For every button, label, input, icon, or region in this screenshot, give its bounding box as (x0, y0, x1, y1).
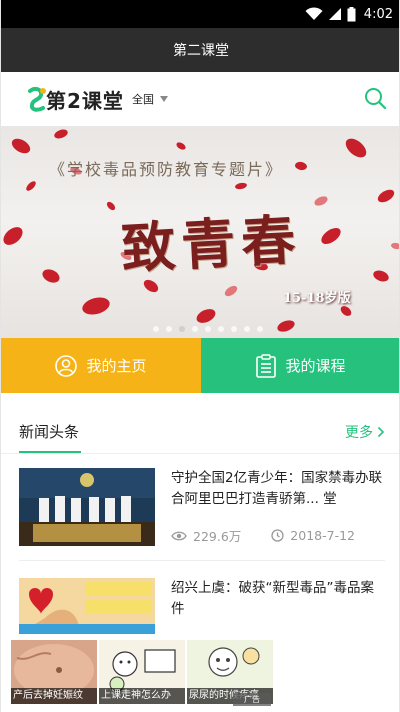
ad-badge: 广告 (233, 693, 271, 706)
quick-actions: 我的主页 我的课程 (1, 338, 399, 393)
news-thumbnail (19, 468, 155, 546)
my-homepage-button[interactable]: 我的主页 (1, 338, 201, 393)
news-section-header: 新闻头条 更多 (1, 404, 399, 454)
news-date: 2018-7-12 (290, 528, 355, 543)
news-headline: 守护全国2亿青少年：国家禁毒办联合阿里巴巴打造青骄第... 堂 (171, 470, 383, 507)
banner-caption: 《学校毒品预防教育专题片》 (49, 160, 284, 179)
battery-icon (347, 6, 356, 21)
clipboard-list-icon (256, 353, 277, 378)
wifi-icon (305, 7, 323, 20)
news-thumbnail (19, 578, 155, 634)
list-divider (19, 560, 385, 561)
banner-title: 致青春 (119, 207, 303, 281)
ad-caption: 上课走神怎么办 (99, 688, 185, 704)
carousel-dot[interactable] (231, 326, 237, 332)
promo-banner[interactable]: 《学校毒品预防教育专题片》 致青春 15-18岁版 (1, 126, 399, 338)
status-bar: 4:02 (1, 0, 399, 28)
news-thumbnail-image (19, 468, 155, 546)
my-homepage-label: 我的主页 (86, 357, 147, 375)
carousel-dot[interactable] (179, 326, 185, 332)
clock-icon (271, 529, 284, 542)
search-icon[interactable] (363, 86, 387, 110)
carousel-dot[interactable] (192, 326, 198, 332)
status-icons: 4:02 (305, 5, 393, 23)
region-label: 全国 (132, 93, 154, 106)
user-icon (55, 354, 78, 377)
my-courses-label: 我的课程 (285, 357, 346, 375)
my-courses-button[interactable]: 我的课程 (201, 338, 399, 393)
app-title-bar: 第二课堂 (1, 28, 399, 72)
news-headline: 绍兴上虞：破获“新型毒品”毒品案件 (171, 580, 374, 617)
logo-mark-icon (28, 86, 46, 112)
region-selector[interactable]: 全国 (132, 91, 168, 107)
section-underline (19, 451, 81, 453)
carousel-dot[interactable] (218, 326, 224, 332)
ad-card[interactable]: 产后去掉妊娠纹 (11, 640, 97, 704)
news-thumbnail-image (19, 578, 155, 634)
more-label: 更多 (345, 425, 373, 441)
chevron-right-icon (377, 426, 385, 438)
status-time: 4:02 (363, 6, 393, 22)
news-views: 229.6万 (193, 529, 242, 544)
news-list-item[interactable]: 守护全国2亿青少年：国家禁毒办联合阿里巴巴打造青骄第... 堂 229.6万 2… (1, 468, 399, 578)
carousel-dot[interactable] (153, 326, 159, 332)
carousel-dot[interactable] (205, 326, 211, 332)
caret-down-icon (160, 96, 168, 102)
banner-age-label: 15-18岁版 (283, 291, 351, 306)
top-header: 第2课堂 全国 (1, 72, 399, 126)
carousel-dot[interactable] (166, 326, 172, 332)
news-meta: 229.6万 2018-7-12 (171, 526, 355, 545)
carousel-dot[interactable] (257, 326, 263, 332)
ad-caption: 产后去掉妊娠纹 (11, 688, 97, 704)
eye-icon (171, 531, 187, 540)
app-title: 第二课堂 (173, 43, 229, 59)
signal-icon (328, 8, 341, 20)
carousel-indicator[interactable] (153, 326, 263, 332)
app-screen: 4:02 第二课堂 第2课堂 全国 《学校毒品预防教育专题片》 致青春 15-1… (0, 0, 400, 712)
logo-text: 第2课堂 (46, 89, 124, 113)
carousel-dot[interactable] (244, 326, 250, 332)
ad-card[interactable]: 上课走神怎么办 (99, 640, 185, 704)
more-news-link[interactable]: 更多 (345, 422, 385, 442)
news-section-title: 新闻头条 (19, 423, 80, 441)
app-logo[interactable]: 第2课堂 (27, 83, 127, 115)
